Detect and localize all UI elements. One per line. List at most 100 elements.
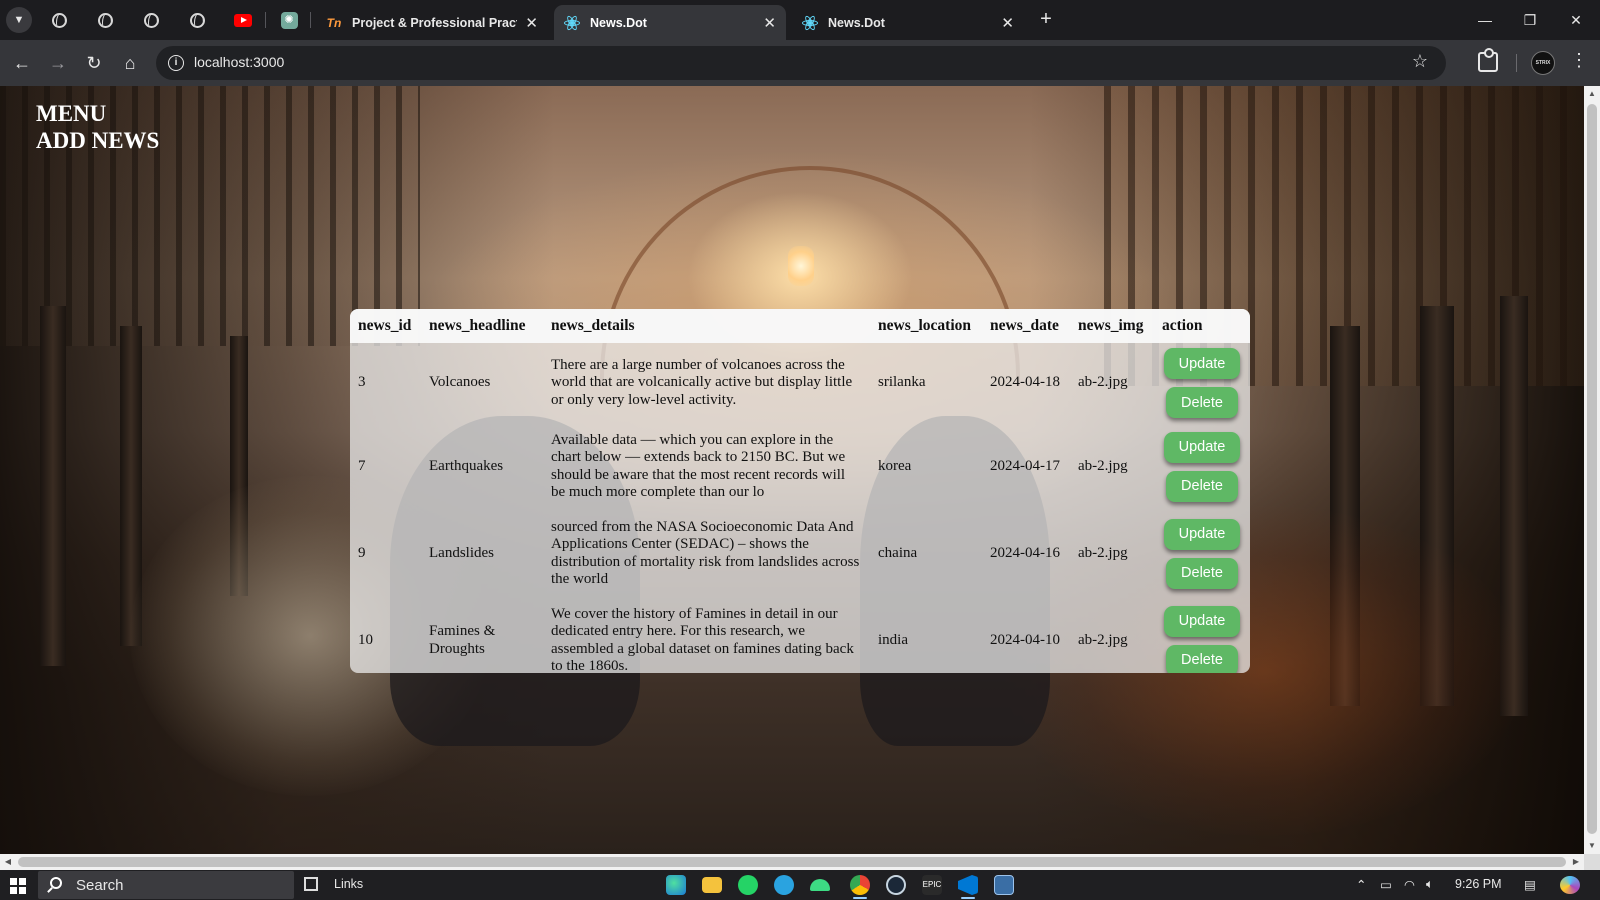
- task-view-icon[interactable]: [304, 877, 318, 891]
- telegram-icon[interactable]: [774, 875, 794, 895]
- home-button[interactable]: ⌂: [118, 51, 142, 75]
- tray-overflow-icon[interactable]: ⌃: [1356, 877, 1366, 892]
- scrollbar-thumb[interactable]: [1587, 104, 1597, 834]
- site-info-icon[interactable]: i: [168, 55, 184, 71]
- tab-divider: [310, 12, 311, 28]
- add-news-link[interactable]: ADD NEWS: [36, 127, 159, 154]
- battery-icon[interactable]: ▭: [1380, 877, 1392, 892]
- bookmark-star-icon[interactable]: ☆: [1412, 51, 1428, 72]
- page-viewport: MENU ADD NEWS news_id news_headline news…: [0, 86, 1584, 854]
- pinned-tab-4[interactable]: [182, 8, 212, 32]
- window-close-button[interactable]: ✕: [1556, 8, 1596, 32]
- news-date-cell: 2024-04-17: [990, 457, 1060, 474]
- new-tab-button[interactable]: +: [1034, 8, 1058, 32]
- action-cell: Update Delete: [1154, 597, 1250, 673]
- action-cell: Update Delete: [1154, 510, 1250, 597]
- globe-icon: [143, 12, 159, 28]
- tab-newsdot-active[interactable]: News.Dot ✕: [554, 5, 786, 40]
- table-row: 9 Landslides sourced from the NASA Socio…: [350, 510, 1250, 597]
- news-img-cell: ab-2.jpg: [1078, 631, 1128, 648]
- pinned-tab-3[interactable]: [136, 8, 166, 32]
- back-button[interactable]: ←: [10, 51, 34, 75]
- vertical-scrollbar[interactable]: ▲ ▼: [1584, 86, 1600, 854]
- update-button[interactable]: Update: [1164, 518, 1240, 550]
- news-location-cell: india: [878, 631, 908, 648]
- update-button[interactable]: Update: [1164, 605, 1240, 637]
- news-id-cell: 3: [358, 374, 366, 391]
- start-button[interactable]: [10, 878, 26, 894]
- pinned-tab-chatgpt[interactable]: ✺: [274, 8, 304, 32]
- delete-button[interactable]: Delete: [1166, 644, 1238, 673]
- profile-avatar[interactable]: STRIX: [1531, 51, 1555, 75]
- globe-icon: [97, 12, 113, 28]
- reload-button[interactable]: ↻: [82, 51, 106, 75]
- close-icon[interactable]: ✕: [1001, 14, 1014, 32]
- notifications-icon[interactable]: ▤: [1524, 877, 1536, 892]
- file-explorer-icon[interactable]: [702, 877, 722, 893]
- tab-title: News.Dot: [828, 15, 885, 30]
- steam-icon[interactable]: [886, 875, 906, 895]
- close-icon[interactable]: ✕: [763, 14, 776, 32]
- app-icon[interactable]: [994, 875, 1014, 895]
- chrome-icon[interactable]: [850, 875, 870, 895]
- menu-link[interactable]: MENU: [36, 100, 159, 127]
- windows-taskbar: Search Links EPIC ⌃ ▭ ◠ 🔈︎ 9:26 PM ▤: [0, 870, 1600, 900]
- pinned-tab-1[interactable]: [44, 8, 74, 32]
- news-headline-cell: Volcanoes: [429, 374, 491, 391]
- tab-project-practice[interactable]: Tn Project & Professional Practice ✕: [316, 5, 548, 40]
- table-row: 7 Earthquakes Available data — which you…: [350, 423, 1250, 510]
- globe-icon: [189, 12, 205, 28]
- clock[interactable]: 9:26 PM: [1455, 877, 1502, 891]
- react-icon: [564, 14, 580, 31]
- delete-button[interactable]: Delete: [1166, 470, 1238, 502]
- restore-button[interactable]: ❐: [1510, 8, 1550, 32]
- address-bar[interactable]: i localhost:3000 ☆: [156, 46, 1446, 80]
- pinned-tab-2[interactable]: [90, 8, 120, 32]
- android-studio-icon[interactable]: [810, 879, 830, 891]
- links-toolbar[interactable]: Links: [334, 877, 363, 891]
- copilot-icon[interactable]: [1560, 876, 1580, 894]
- column-header-news-img: news_img: [1070, 309, 1154, 343]
- news-location-cell: korea: [878, 457, 912, 474]
- scrollbar-corner: [1584, 854, 1600, 870]
- address-text[interactable]: localhost:3000: [194, 54, 284, 70]
- taskbar-search[interactable]: Search: [38, 871, 294, 899]
- news-img-cell: ab-2.jpg: [1078, 457, 1128, 474]
- news-img-cell: ab-2.jpg: [1078, 544, 1128, 561]
- news-id-cell: 7: [358, 457, 366, 474]
- horizontal-scrollbar[interactable]: ◀ ▶: [0, 854, 1584, 870]
- close-icon[interactable]: ✕: [525, 14, 538, 32]
- vscode-icon[interactable]: [958, 875, 978, 895]
- tab-search-button[interactable]: ▼: [6, 7, 32, 33]
- scroll-left-icon[interactable]: ◀: [3, 857, 13, 867]
- table-row: 3 Volcanoes There are a large number of …: [350, 343, 1250, 423]
- volume-icon[interactable]: 🔈︎: [1426, 877, 1434, 892]
- delete-button[interactable]: Delete: [1166, 387, 1238, 418]
- action-cell: Update Delete: [1154, 423, 1250, 510]
- news-id-cell: 9: [358, 544, 366, 561]
- edge-icon[interactable]: [666, 875, 686, 895]
- react-icon: [802, 14, 818, 31]
- whatsapp-icon[interactable]: [738, 875, 758, 895]
- wifi-icon[interactable]: ◠: [1404, 877, 1415, 892]
- news-id-cell: 10: [358, 631, 373, 648]
- minimize-button[interactable]: —: [1465, 8, 1505, 32]
- delete-button[interactable]: Delete: [1166, 557, 1238, 589]
- pinned-tab-youtube[interactable]: [228, 8, 258, 32]
- update-button[interactable]: Update: [1164, 431, 1240, 463]
- tab-title: Project & Professional Practice: [352, 15, 517, 30]
- scroll-down-icon[interactable]: ▼: [1587, 841, 1597, 851]
- taskbar-search-label: Search: [76, 877, 124, 894]
- column-header-news-headline: news_headline: [421, 309, 543, 343]
- scroll-right-icon[interactable]: ▶: [1571, 857, 1581, 867]
- epic-games-icon[interactable]: EPIC: [922, 875, 942, 895]
- browser-toolbar: ← → ↻ ⌂ i localhost:3000 ☆ STRIX ⋮: [0, 40, 1600, 86]
- scrollbar-thumb[interactable]: [18, 857, 1566, 867]
- extensions-icon[interactable]: [1478, 48, 1498, 72]
- scroll-up-icon[interactable]: ▲: [1587, 89, 1597, 99]
- tab-newsdot[interactable]: News.Dot ✕: [792, 5, 1024, 40]
- forward-button[interactable]: →: [46, 51, 70, 75]
- more-menu-icon[interactable]: ⋮: [1570, 50, 1588, 71]
- news-headline-cell: Landslides: [429, 544, 494, 561]
- update-button[interactable]: Update: [1164, 348, 1240, 379]
